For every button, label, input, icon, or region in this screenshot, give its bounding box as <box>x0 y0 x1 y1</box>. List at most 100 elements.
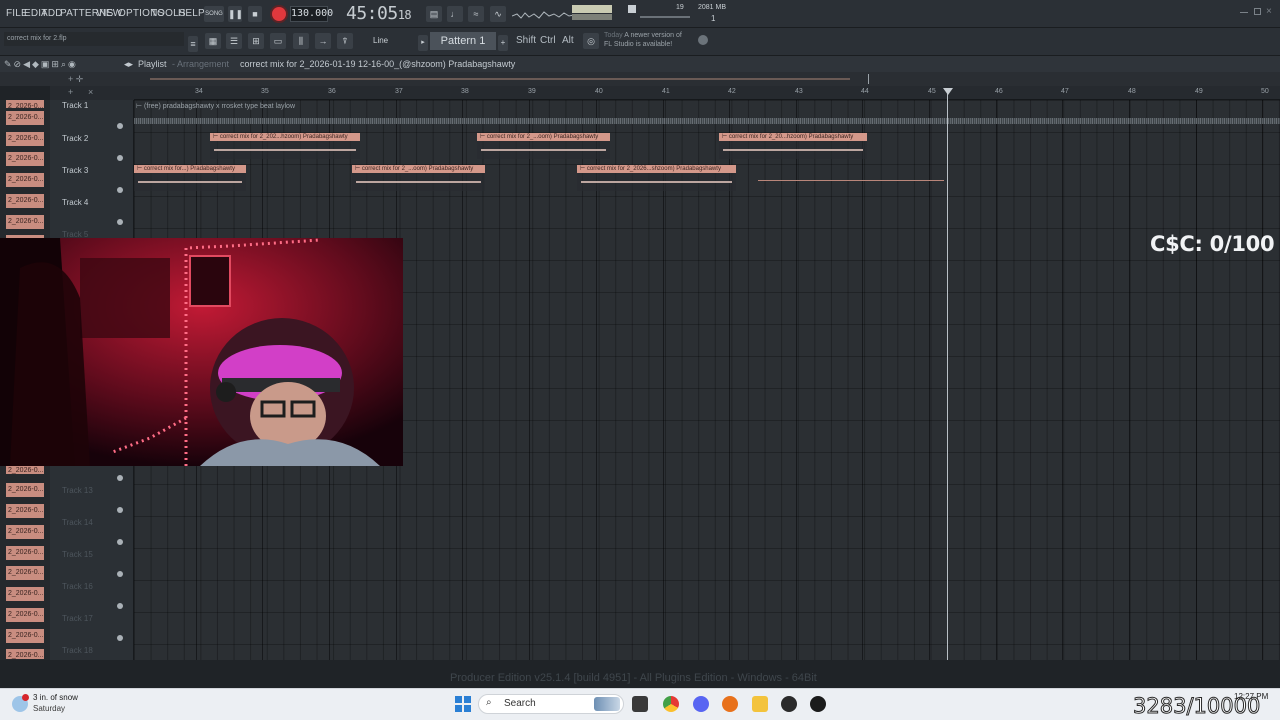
track-mute-led[interactable] <box>117 635 123 641</box>
hint-pin-icon[interactable]: ≡ <box>188 36 198 52</box>
track-mute-led[interactable] <box>117 155 123 161</box>
bar-number: 38 <box>461 88 469 95</box>
snap-selector[interactable]: Line <box>360 36 410 48</box>
wait-input-icon[interactable]: ≈ <box>468 6 484 22</box>
shift-key[interactable]: Shift <box>516 35 536 46</box>
audio-clip[interactable]: ⊢ correct mix for 2_20...hzoom) Pradabag… <box>719 133 867 159</box>
track-label[interactable]: Track 13 <box>62 486 93 495</box>
loop-record-icon[interactable]: ∿ <box>490 6 506 22</box>
audio-clip[interactable]: ⊢ correct mix for...) Pradabagshawty <box>134 165 246 191</box>
clip-waveform <box>356 181 481 183</box>
track-mute-led[interactable] <box>117 187 123 193</box>
pause-icon[interactable]: ❚❚ <box>228 6 243 22</box>
channel-rack-icon[interactable]: ⊞ <box>248 33 264 49</box>
clip-source-item[interactable]: 2_2026-0... <box>6 629 44 643</box>
record-button[interactable] <box>272 7 286 21</box>
piano-roll-icon[interactable]: ☰ <box>226 33 242 49</box>
arrangement-label[interactable]: Arrangement <box>177 59 229 69</box>
track-label[interactable]: Track 17 <box>62 614 93 623</box>
playhead-marker-icon[interactable] <box>943 88 953 95</box>
track-label[interactable]: Track 3 <box>62 166 88 175</box>
track-label[interactable]: Track 15 <box>62 550 93 559</box>
track-label[interactable]: Track 4 <box>62 198 88 207</box>
clip-source-item[interactable]: 2_2026-0... <box>6 215 44 229</box>
track-mute-led[interactable] <box>117 539 123 545</box>
track-label[interactable]: Track 1 <box>62 101 88 110</box>
add-track-icon[interactable]: + <box>68 87 73 97</box>
clip-source-item[interactable]: 2_2026-0... <box>6 152 44 166</box>
menu-help[interactable]: HELP <box>178 8 205 19</box>
clip-source-item[interactable]: 2_2026-0... <box>6 608 44 622</box>
track-label[interactable]: Track 16 <box>62 582 93 591</box>
maximize-icon[interactable] <box>1254 8 1261 15</box>
audio-clip[interactable]: ⊢ correct mix for 2_202...hzoom) Pradaba… <box>210 133 360 159</box>
browser-icon[interactable]: ▭ <box>270 33 286 49</box>
taskbar-clock[interactable]: 12:27 PM <box>1234 692 1268 701</box>
app-icon[interactable] <box>810 696 826 712</box>
track-mute-led[interactable] <box>117 507 123 513</box>
arrow-right-icon[interactable]: → <box>315 33 331 49</box>
clip-source-item[interactable]: 2_2026-0... <box>6 173 44 187</box>
zoom-icon[interactable]: + ✛ <box>68 74 83 85</box>
track-label[interactable]: Track 14 <box>62 518 93 527</box>
playlist-tools-icons[interactable]: ✎⊘◀◆▣⊞⌕◉ <box>4 59 78 70</box>
clip-source-item[interactable]: 2_2026-0... <box>6 100 44 108</box>
task-view-icon[interactable] <box>632 696 648 712</box>
add-pattern-icon[interactable]: + <box>498 35 508 51</box>
ctrl-key[interactable]: Ctrl <box>540 35 556 46</box>
notification-badge <box>22 694 29 701</box>
typing-keyboard-icon[interactable]: ▤ <box>426 6 442 22</box>
news-icon[interactable]: ◎ <box>583 33 599 49</box>
track-mute-led[interactable] <box>117 123 123 129</box>
tempo-display[interactable]: 130.000 <box>290 6 333 22</box>
minimize-icon[interactable] <box>1240 12 1248 13</box>
audio-clip[interactable]: ⊢ correct mix for 2_2026...shzoom) Prada… <box>577 165 736 191</box>
windows-start-icon[interactable] <box>455 696 471 712</box>
audio-clip[interactable]: ⊢ correct mix for 2_...oom) Pradabagshaw… <box>352 165 485 191</box>
stop-icon[interactable]: ■ <box>248 6 262 22</box>
track-mute-led[interactable] <box>117 571 123 577</box>
clip-source-item[interactable]: 2_2026-0... <box>6 194 44 208</box>
obs-icon[interactable] <box>781 696 797 712</box>
online-status-icon[interactable] <box>698 35 708 45</box>
file-explorer-icon[interactable] <box>752 696 768 712</box>
clip-source-item[interactable]: 2_2026-0... <box>6 587 44 601</box>
discord-icon[interactable] <box>693 696 709 712</box>
microphone-icon[interactable]: ⍒ <box>337 33 353 49</box>
song-mode-toggle[interactable]: SONG <box>204 6 224 22</box>
clip-source-item[interactable]: 2_2026-0... <box>6 566 44 580</box>
track-mute-led[interactable] <box>117 475 123 481</box>
alt-key[interactable]: Alt <box>562 35 574 46</box>
track-mute-led[interactable] <box>117 219 123 225</box>
playlist-arrow-icon[interactable]: ◂▸ <box>124 59 133 70</box>
audio-clip[interactable]: ⊢ correct mix for 2_...oom) Pradabagshaw… <box>477 133 610 159</box>
playlist-icon[interactable]: ▦ <box>205 33 221 49</box>
close-track-icon[interactable]: × <box>88 87 93 97</box>
playlist-subtitle: - Arrangement <box>172 59 230 69</box>
fl-studio-icon[interactable] <box>722 696 738 712</box>
clip-source-item[interactable]: 2_2026-0... <box>6 132 44 146</box>
audio-clip-beat[interactable] <box>134 101 1280 131</box>
timeline-ruler[interactable] <box>134 86 1280 100</box>
weather-condition[interactable]: 3 in. of snow <box>33 693 78 702</box>
pattern-selector[interactable]: Pattern 1 <box>430 32 496 50</box>
clip-source-item[interactable]: 2_2026-0... <box>6 525 44 539</box>
clip-source-item[interactable]: 2_2026-0... <box>6 483 44 497</box>
metronome-icon[interactable]: ♩ <box>447 6 463 22</box>
track-label[interactable]: Track 2 <box>62 134 88 143</box>
news-panel[interactable]: Today A newer version of FL Studio is av… <box>604 31 682 49</box>
mixer-icon[interactable]: ⫼ <box>293 33 309 49</box>
overview-bar[interactable]: + ✛ <box>0 72 1280 86</box>
clip-source-item[interactable]: 2_2026-0... <box>6 649 44 659</box>
track-mute-led[interactable] <box>117 603 123 609</box>
clip-source-item[interactable]: 2_2026-0... <box>6 111 44 125</box>
bar-line <box>529 100 530 660</box>
clip-source-item[interactable]: 2_2026-0... <box>6 504 44 518</box>
clip-source-item[interactable]: 2_2026-0... <box>6 546 44 560</box>
track-label[interactable]: Track 18 <box>62 646 93 655</box>
close-icon[interactable]: × <box>1266 6 1272 17</box>
bar-number: 42 <box>728 88 736 95</box>
clip-waveform <box>138 181 242 183</box>
chrome-icon[interactable] <box>663 696 679 712</box>
pattern-prev-icon[interactable]: ▸ <box>418 35 428 51</box>
